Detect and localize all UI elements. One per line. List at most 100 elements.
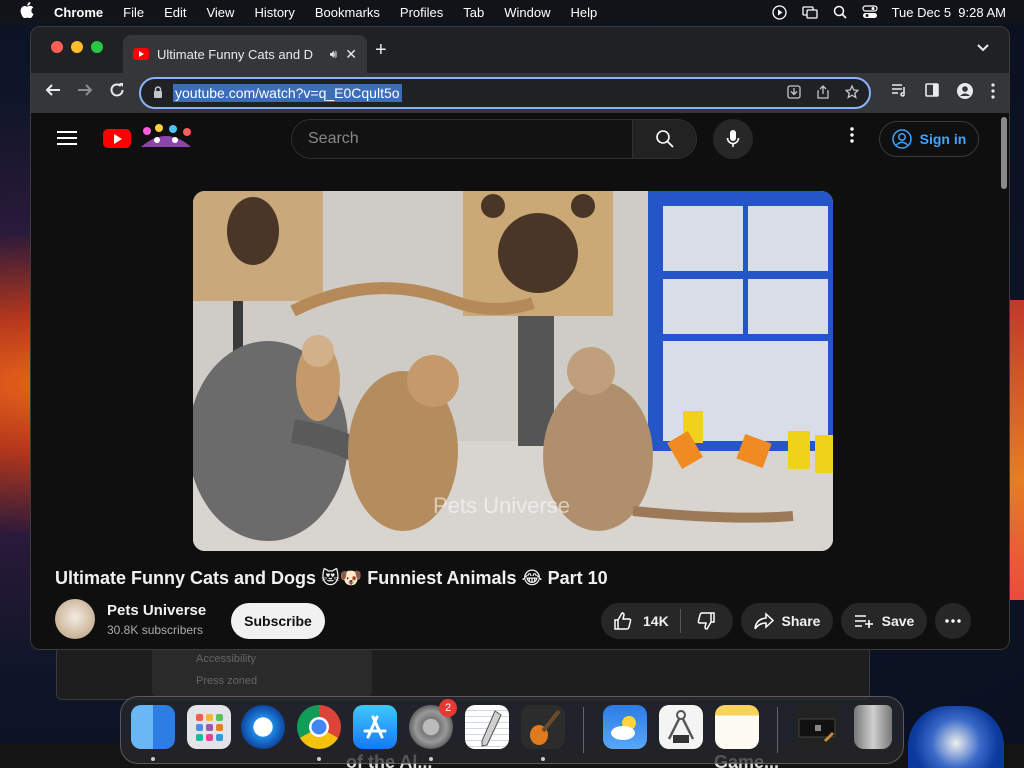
like-button[interactable]: 14K (601, 609, 681, 633)
dislike-button[interactable] (681, 611, 731, 631)
youtube-logo-icon[interactable] (103, 129, 131, 148)
side-panel-icon[interactable] (925, 83, 939, 102)
minimize-window-button[interactable] (71, 41, 83, 53)
tab-strip: Ultimate Funny Cats and D 🔊︎ ✕ + (31, 27, 1009, 73)
window-controls (51, 41, 103, 53)
dock-finder-icon[interactable] (131, 705, 175, 749)
forward-button[interactable] (77, 82, 93, 103)
dock-textedit-icon[interactable] (465, 705, 509, 749)
dock-app-store-icon[interactable] (353, 705, 397, 749)
voice-search-button[interactable] (713, 119, 753, 159)
video-title: Ultimate Funny Cats and Dogs 😻🐶 Funniest… (55, 568, 608, 588)
dock-launchpad-icon[interactable] (187, 705, 231, 749)
sign-in-button[interactable]: Sign in (879, 121, 979, 157)
dock-notes-icon[interactable] (715, 705, 759, 749)
share-page-icon[interactable] (817, 84, 829, 102)
thumbs-down-icon (697, 612, 715, 630)
menubar-clock[interactable]: Tue Dec 5 9:28 AM (892, 5, 1006, 20)
search-button[interactable] (632, 120, 696, 158)
browser-window: Ultimate Funny Cats and D 🔊︎ ✕ + youtube… (30, 26, 1010, 650)
subscribe-button[interactable]: Subscribe (231, 603, 325, 639)
spotlight-search-icon[interactable] (832, 5, 848, 19)
menu-history[interactable]: History (254, 5, 294, 20)
speaker-icon[interactable]: 🔊︎ (330, 47, 338, 62)
new-tab-button[interactable]: + (375, 39, 387, 62)
background-panel: Accessibility Press zoned (152, 648, 372, 696)
background-thumbnail (908, 706, 1004, 768)
youtube-favicon-icon (133, 48, 149, 60)
menu-app-name[interactable]: Chrome (54, 5, 103, 20)
control-center-icon[interactable] (861, 5, 878, 19)
chrome-menu-icon[interactable] (991, 83, 995, 102)
sign-in-label: Sign in (919, 131, 967, 147)
reload-button[interactable] (109, 82, 125, 103)
youtube-doodle-icon[interactable] (137, 123, 195, 149)
tab-search-chevron-icon[interactable] (977, 41, 989, 55)
dock-garageband-icon[interactable] (521, 705, 565, 749)
menu-bar: Chrome File Edit View History Bookmarks … (0, 0, 1024, 24)
share-arrow-icon (753, 612, 774, 630)
search-input[interactable] (292, 120, 632, 158)
menu-bookmarks[interactable]: Bookmarks (315, 5, 380, 20)
running-indicator (429, 757, 433, 761)
tab-youtube[interactable]: Ultimate Funny Cats and D 🔊︎ ✕ (123, 35, 367, 73)
install-app-icon[interactable] (787, 84, 801, 102)
running-indicator (541, 757, 545, 761)
save-button[interactable]: Save (841, 603, 927, 639)
media-control-icon[interactable] (891, 83, 907, 102)
tab-title: Ultimate Funny Cats and D (157, 46, 314, 62)
dock-system-settings-icon[interactable]: 2 (409, 699, 457, 749)
menu-window[interactable]: Window (504, 5, 550, 20)
menu-file[interactable]: File (123, 5, 144, 20)
page-scrollbar[interactable] (1001, 117, 1007, 189)
dock-separator (583, 707, 584, 753)
subscriber-count: 30.8K subscribers (107, 623, 204, 637)
menu-view[interactable]: View (206, 5, 234, 20)
menu-edit[interactable]: Edit (164, 5, 186, 20)
menu-tab[interactable]: Tab (463, 5, 484, 20)
background-panel-line: Accessibility (196, 653, 256, 665)
zoom-window-button[interactable] (91, 41, 103, 53)
dock-chrome-icon[interactable] (297, 705, 341, 749)
dock-trash-icon[interactable] (854, 705, 892, 749)
more-actions-button[interactable] (935, 603, 971, 639)
dock-separator (777, 707, 778, 753)
media-play-icon[interactable] (772, 4, 788, 20)
apple-icon[interactable] (20, 2, 34, 22)
guide-menu-icon[interactable] (57, 131, 77, 145)
share-button[interactable]: Share (741, 603, 833, 639)
playlist-add-icon (854, 615, 873, 628)
close-window-button[interactable] (51, 41, 63, 53)
video-watermark: Pets Universe (433, 493, 570, 518)
background-panel-line: Press zoned (196, 675, 258, 687)
video-player[interactable]: Pets Universe (193, 191, 833, 551)
bookmark-star-icon[interactable] (844, 83, 860, 102)
like-dislike-group: 14K (601, 603, 733, 639)
search-icon (655, 130, 674, 148)
dock: 2 (120, 696, 904, 764)
dock-safari-icon[interactable] (241, 705, 285, 749)
search-box (291, 119, 697, 159)
dock-screenshot-icon[interactable] (795, 705, 839, 749)
back-button[interactable] (45, 82, 61, 103)
dock-weather-icon[interactable] (603, 705, 647, 749)
channel-avatar[interactable] (55, 599, 95, 639)
more-horizontal-icon (945, 619, 961, 623)
browser-toolbar: youtube.com/watch?v=q_E0Cqult5o (31, 73, 1009, 113)
address-bar[interactable]: youtube.com/watch?v=q_E0Cqult5o (139, 77, 871, 109)
running-indicator (317, 757, 321, 761)
dock-instruments-icon[interactable] (659, 705, 703, 749)
url-text[interactable]: youtube.com/watch?v=q_E0Cqult5o (173, 84, 402, 102)
screen-mirror-icon[interactable] (801, 5, 818, 19)
menu-profiles[interactable]: Profiles (400, 5, 443, 20)
channel-name[interactable]: Pets Universe (107, 602, 206, 619)
save-label: Save (881, 613, 915, 629)
youtube-page: Sign in (31, 113, 1009, 649)
menu-help[interactable]: Help (571, 5, 598, 20)
lock-icon[interactable] (153, 85, 163, 101)
account-icon (891, 129, 912, 149)
profile-icon[interactable] (957, 83, 973, 102)
close-tab-icon[interactable]: ✕ (345, 46, 357, 63)
settings-menu-icon[interactable] (849, 127, 855, 143)
running-indicator (151, 757, 155, 761)
